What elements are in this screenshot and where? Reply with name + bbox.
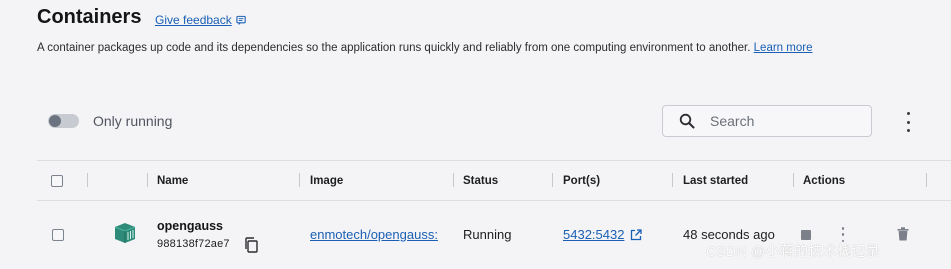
table-top-divider (37, 160, 951, 161)
column-header-name[interactable]: Name (157, 175, 188, 187)
select-all-checkbox[interactable] (51, 175, 63, 187)
port-label: 5432:5432 (563, 227, 625, 242)
column-separator (926, 173, 927, 187)
column-separator (87, 173, 88, 187)
column-separator (793, 173, 794, 187)
column-header-image[interactable]: Image (310, 175, 343, 187)
column-separator (453, 173, 454, 187)
more-vert-icon[interactable] (900, 112, 916, 132)
watermark-text: CSDN @小蒋的技术栈记录 (706, 243, 880, 259)
search-box[interactable] (662, 105, 872, 137)
column-separator (672, 173, 673, 187)
give-feedback-link[interactable]: Give feedback (155, 13, 247, 27)
stop-icon[interactable] (801, 230, 811, 240)
toggle-knob (49, 115, 61, 127)
container-id: 988138f72ae7 (157, 238, 230, 250)
only-running-toggle[interactable] (48, 114, 79, 128)
column-header-actions: Actions (803, 175, 846, 187)
search-icon (679, 113, 695, 129)
column-separator (552, 173, 553, 187)
table-header-divider (37, 200, 951, 201)
page-description: A container packages up code and its dep… (37, 42, 812, 54)
external-link-icon (631, 228, 643, 240)
copy-icon[interactable] (244, 237, 258, 253)
learn-more-link[interactable]: Learn more (754, 42, 813, 54)
image-link[interactable]: enmotech/opengauss: (310, 227, 455, 242)
feedback-icon (236, 15, 246, 25)
column-separator (299, 173, 300, 187)
column-header-last-started[interactable]: Last started (683, 175, 748, 187)
container-icon (114, 223, 136, 243)
column-separator (147, 173, 148, 187)
port-link[interactable]: 5432:5432 (563, 227, 643, 242)
container-name[interactable]: opengauss (157, 219, 223, 233)
trash-icon[interactable] (897, 227, 909, 241)
row-checkbox[interactable] (52, 229, 64, 241)
give-feedback-label: Give feedback (155, 13, 232, 27)
search-input[interactable] (710, 113, 860, 129)
status-text: Running (463, 227, 512, 242)
page-title: Containers (37, 6, 142, 28)
description-text: A container packages up code and its dep… (37, 42, 751, 54)
column-header-status[interactable]: Status (463, 175, 498, 187)
column-header-ports[interactable]: Port(s) (563, 175, 600, 187)
only-running-label: Only running (93, 113, 173, 129)
last-started-text: 48 seconds ago (683, 227, 775, 242)
row-more-icon[interactable] (839, 227, 847, 242)
